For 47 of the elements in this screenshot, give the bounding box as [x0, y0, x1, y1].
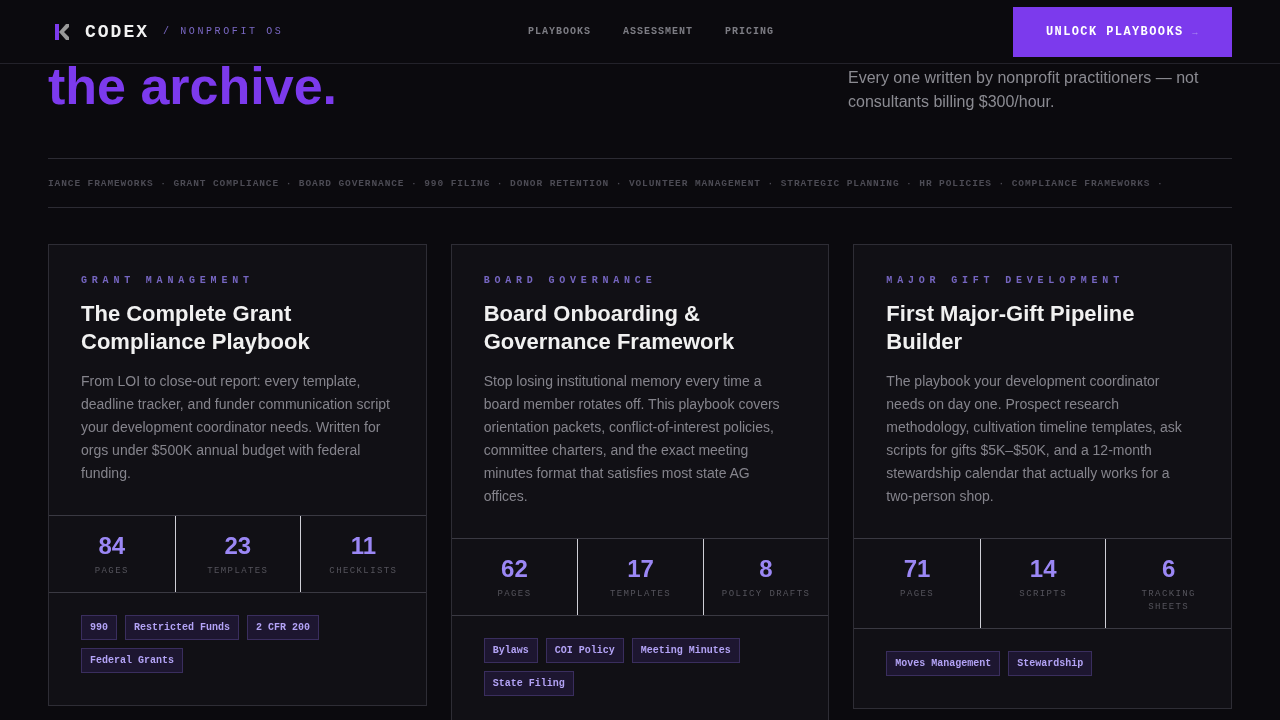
stat-value: 8 [758, 555, 774, 583]
stat-label: PAGES [496, 588, 533, 601]
tag: Federal Grants [81, 648, 183, 673]
card-title: First Major-Gift Pipeline Builder [886, 300, 1136, 356]
hero-headline: the archive. [48, 58, 338, 114]
tag: 990 [81, 615, 117, 640]
stat-label: TEMPLATES [206, 565, 270, 578]
stat-value: 6 [1161, 555, 1177, 583]
brand-name: CODEX [85, 21, 149, 42]
stat-value: 11 [349, 532, 378, 560]
hero-description: Every one written by nonprofit practitioners — not consultants billing $300/hour. [848, 68, 1200, 112]
card-title: The Complete Grant Compliance Playbook [81, 300, 311, 356]
stat-label: CHECKLISTS [328, 565, 399, 578]
tag: COI Policy [545, 638, 624, 663]
card-description: Stop losing institutional memory every time a board member rotates off. This playbook covers orientation packets, conflict-of-interest policies, committee charters, and the exact meeting minutes format that satisfies most state AG offices. [483, 372, 781, 506]
stat-value: 17 [626, 555, 655, 583]
stat-value: 14 [1028, 555, 1058, 583]
stat-label: PAGES [93, 565, 130, 578]
stat-label: PAGES [899, 588, 936, 601]
card-description: The playbook your development coordinator needs on day one. Prospect research methodology, cultivation timeline templates, ask scripts for gifts $5K–$50K, and a 12-month stewardship calendar that actually works for a two-person shop. [886, 372, 1183, 506]
nav-link[interactable]: PRICING [725, 26, 775, 37]
brand-tagline: / NONPROFIT OS [163, 26, 284, 37]
card-title: Board Onboarding & Governance Framework [483, 300, 736, 356]
tag: Stewardship [1008, 651, 1093, 676]
stat-value: 84 [97, 532, 127, 560]
topic-ticker: IANCE FRAMEWORKS · GRANT COMPLIANCE · BOARD GOVERNANCE · 990 FILING · DONOR RETENTION · VOLUNTEER MANAGEMENT · STRATEGIC PLANNING · HR POLICIES · COMPLIANCE FRAMEWORKS · [48, 177, 1164, 189]
stat-label: SCRIPTS [1018, 588, 1068, 601]
logo-icon [55, 23, 69, 40]
tag: Moves Management [886, 651, 1001, 676]
tag: Restricted Funds [125, 615, 240, 640]
stat-value: 23 [223, 532, 253, 560]
stat-label: TRACKING SHEETS [1140, 588, 1197, 614]
stat-value: 71 [902, 555, 932, 583]
stat-label: TEMPLATES [608, 588, 673, 601]
tag: 2 CFR 200 [247, 615, 320, 640]
tag: Bylaws [483, 638, 538, 663]
card-description: From LOI to close-out report: every template, deadline tracker, and funder communication script your development coordinator needs. Written for orgs under $500K annual budget with federal funding. [81, 372, 391, 483]
nav-link[interactable]: PLAYBOOKS [528, 26, 591, 37]
card-category: GRANT MANAGEMENT [81, 275, 255, 286]
tag: State Filing [483, 671, 574, 696]
nav-link[interactable]: ASSESSMENT [623, 26, 694, 37]
stat-label: POLICY DRAFTS [721, 588, 811, 601]
unlock-playbooks-button[interactable]: UNLOCK PLAYBOOKS → [1013, 6, 1232, 57]
stat-value: 62 [500, 555, 529, 583]
tag: Meeting Minutes [631, 638, 740, 663]
card-category: BOARD GOVERNANCE [483, 275, 658, 286]
card-category: MAJOR GIFT DEVELOPMENT [886, 275, 1125, 286]
